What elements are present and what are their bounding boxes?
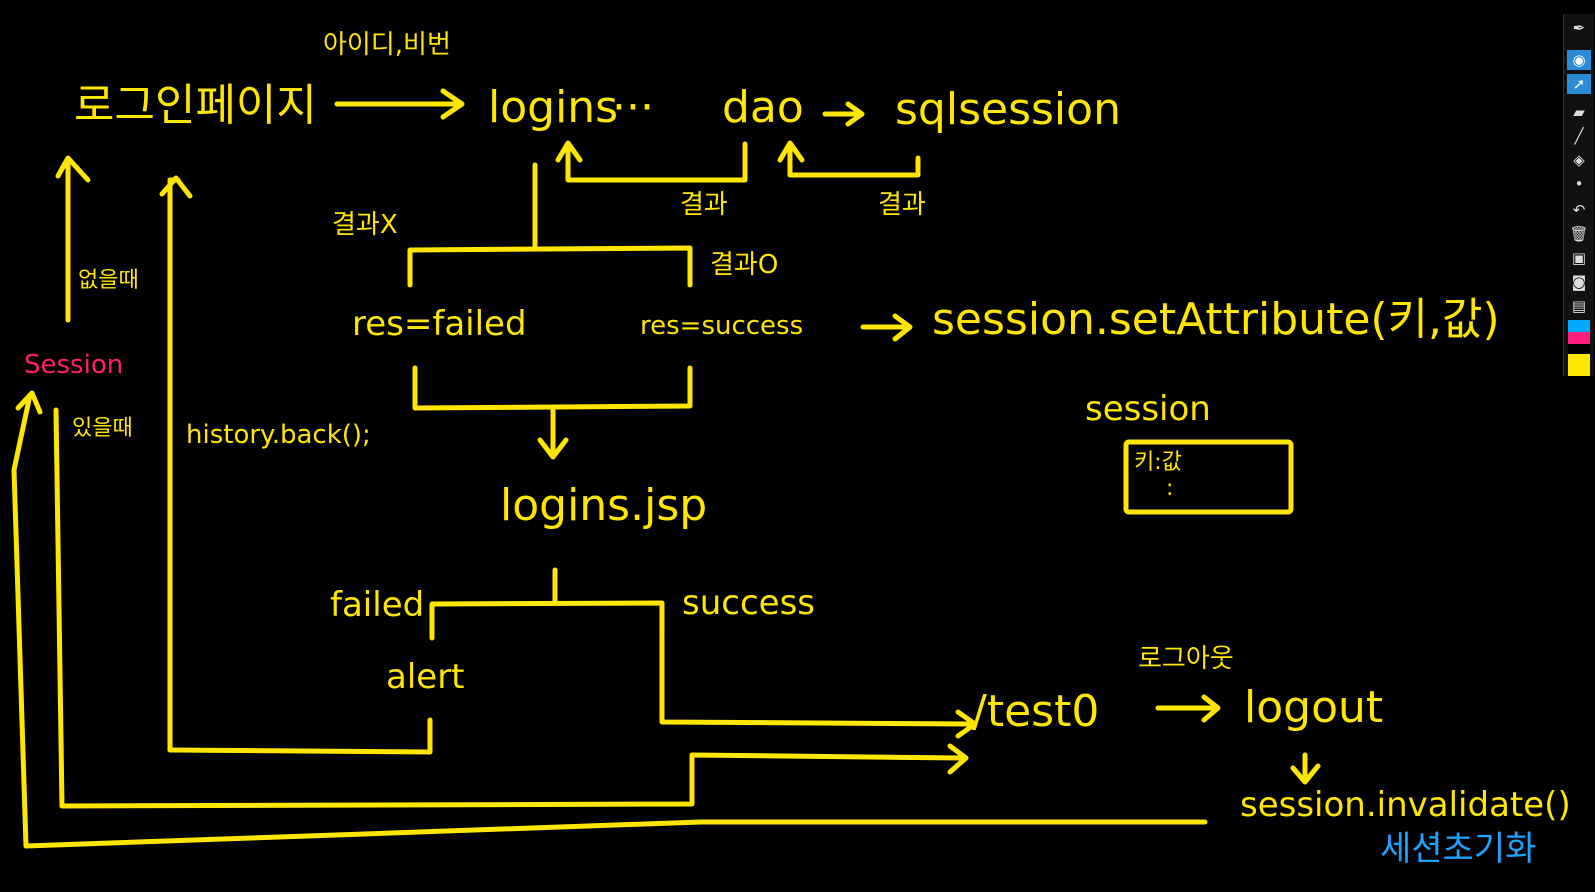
trash-icon[interactable]: 🗑 — [1567, 224, 1591, 244]
success-label: success — [682, 583, 815, 623]
dot-icon[interactable]: • — [1567, 174, 1591, 194]
color-swatch-yellow[interactable] — [1568, 354, 1590, 376]
arrow-invalidate-to-session — [11, 392, 1208, 849]
res-success-label: res=success — [640, 311, 804, 341]
merge-to-logins-jsp — [412, 365, 693, 411]
drawing-toolbar: ✒ ◉ ➚ ▰ ╱ ◈ • ↶ 🗑 ▣ ◙ ▤ — [1563, 14, 1594, 376]
cursor-icon[interactable]: ➚ — [1567, 74, 1591, 94]
camera-icon[interactable]: ◙ — [1567, 272, 1591, 292]
highlighter-icon[interactable]: ▰ — [1567, 102, 1591, 122]
failed-label: failed — [330, 585, 425, 625]
result-o-label: 결과O — [710, 250, 779, 280]
session-box-more: : — [1166, 476, 1174, 501]
logout-label: logout — [1244, 682, 1384, 733]
board-icon[interactable]: ▣ — [1567, 248, 1591, 268]
arrow-success-to-test0 — [659, 637, 973, 727]
pen-icon[interactable]: ✒ — [1567, 18, 1591, 38]
dots-arrow-label: ··· — [612, 82, 654, 133]
alert-label: alert — [386, 657, 465, 697]
arrow-dao-result — [565, 141, 748, 183]
session-label: Session — [24, 350, 124, 380]
set-attribute-label: session.setAttribute(키,값) — [932, 294, 1500, 345]
login-page-label: 로그인페이지 — [74, 80, 317, 131]
line-icon[interactable]: ╱ — [1567, 126, 1591, 146]
eraser-icon[interactable]: ◈ — [1567, 150, 1591, 170]
eye-icon[interactable]: ◉ — [1567, 50, 1591, 70]
result-x-label: 결과X — [332, 210, 398, 240]
session-box-title: session — [1085, 389, 1211, 429]
result-label-2: 결과 — [878, 190, 926, 220]
result-label-1: 결과 — [680, 190, 728, 220]
when-present-label: 있을때 — [72, 416, 133, 441]
logout-ko-label: 로그아웃 — [1138, 644, 1234, 674]
arrow-present-to-test0 — [53, 407, 965, 809]
session-reset-label: 세션초기화 — [1380, 829, 1537, 869]
branch-logins-jsp — [429, 600, 665, 641]
res-failed-label: res=failed — [352, 304, 527, 344]
dao-label: dao — [722, 82, 804, 133]
history-back-label: history.back(); — [186, 420, 371, 450]
arrow-sqlsession-result — [787, 141, 921, 178]
id-pw-label: 아이디,비번 — [323, 30, 451, 60]
test0-label: /test0 — [972, 686, 1100, 737]
logins-label: logins — [488, 82, 619, 133]
undo-icon[interactable]: ↶ — [1567, 200, 1591, 220]
arrow-history-back — [167, 177, 181, 753]
sqlsession-label: sqlsession — [895, 84, 1121, 135]
invalidate-label: session.invalidate() — [1240, 785, 1571, 825]
logins-jsp-label: logins.jsp — [500, 480, 708, 531]
alert-back-line — [167, 717, 433, 755]
clipboard-icon[interactable]: ▤ — [1567, 296, 1591, 316]
session-box-key-value: 키:값 — [1134, 450, 1182, 475]
when-absent-label: 없을때 — [78, 268, 139, 293]
